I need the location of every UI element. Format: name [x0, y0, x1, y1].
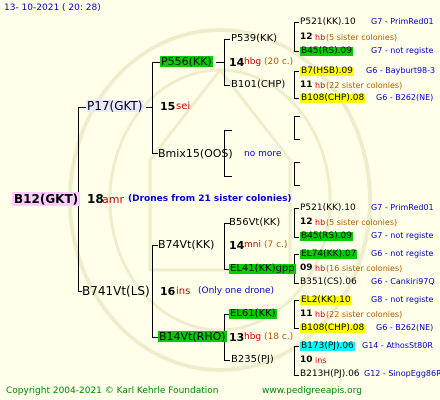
- p2-abbr: ins: [176, 286, 191, 297]
- r1-extra: (5 sister colonies): [326, 33, 398, 42]
- ggp-b101[interactable]: B101(CHP): [231, 80, 285, 90]
- ge-abbr: hb: [315, 310, 326, 319]
- p2-number: 16: [160, 285, 176, 298]
- r9-info: G6 - not registe: [371, 249, 434, 258]
- parent-queen-mother[interactable]: P17(GKT): [86, 100, 144, 112]
- r7-extra: (5 sister colonies): [326, 218, 398, 227]
- r1-abbr: hb: [315, 33, 326, 42]
- ge-num: 11: [300, 309, 313, 319]
- r8-id[interactable]: B45(RS).09: [300, 232, 353, 241]
- site-link[interactable]: www.pedigreeapis.org: [262, 387, 362, 396]
- r10-info: G6 - Cankiri97Q: [371, 277, 435, 286]
- r11-id[interactable]: EL2(KK).10: [300, 296, 352, 305]
- r14-id[interactable]: B213H(PJ).06: [300, 370, 360, 379]
- r0-id[interactable]: P521(KK).10: [300, 18, 356, 27]
- ggp-p539[interactable]: P539(KK): [231, 34, 277, 44]
- ggp-el61[interactable]: EL61(KK): [229, 309, 277, 319]
- r4-extra: (22 sister colonies): [326, 81, 403, 90]
- r10-id[interactable]: B351(CS).06: [300, 278, 357, 287]
- gp-b74vt-extra: (7 c.): [264, 240, 288, 250]
- gp-bmix15-note: no more: [244, 149, 282, 159]
- ge-extra: (22 sister colonies): [326, 310, 403, 319]
- root-queen[interactable]: B12(GKT): [12, 192, 81, 206]
- p2-note: (Only one drone): [198, 286, 275, 296]
- gp-p556[interactable]: P556(KK): [160, 56, 213, 67]
- ggp-el41[interactable]: EL41(KK)gpp: [229, 264, 296, 274]
- gp-bmix15[interactable]: Bmix15(OOS): [158, 148, 233, 159]
- ggp-b56vt[interactable]: B56Vt(KK): [229, 218, 280, 228]
- gp-b74vt-abbr: mni: [244, 240, 261, 250]
- gd-num: 09: [300, 263, 313, 273]
- gp-p556-extra: (20 c.): [264, 57, 294, 67]
- r9-id[interactable]: EL74(KK).07: [300, 250, 358, 259]
- gp-b74vt[interactable]: B74Vt(KK): [158, 239, 214, 250]
- r5-info: G6 - B262(NE): [376, 93, 434, 102]
- r4-num: 11: [300, 80, 313, 90]
- gp-b14vt[interactable]: B14Vt(RHO): [158, 331, 227, 342]
- r14-info: G12 - SinopEgg86R: [364, 369, 440, 378]
- p1-abbr: sei: [176, 101, 191, 112]
- gd-abbr: hb: [315, 264, 326, 273]
- gp-b14vt-extra: (18 c.): [264, 332, 294, 342]
- gp-b14vt-abbr: hbg: [244, 332, 262, 342]
- gf-abbr: ins: [315, 356, 327, 365]
- r13-id[interactable]: B173(PJ).06: [300, 342, 355, 351]
- timestamp: 13- 10-2021 ( 20: 28): [4, 3, 101, 13]
- r6-info: G7 - PrimRed01: [371, 203, 434, 212]
- gd-extra: (16 sister colonies): [326, 264, 403, 273]
- r4-abbr: hb: [315, 81, 326, 90]
- r11-info: G8 - not registe: [371, 295, 434, 304]
- gf-num: 10: [300, 355, 313, 365]
- gp-b74vt-number: 14: [229, 239, 245, 252]
- r8-info: G7 - not registe: [371, 231, 434, 240]
- p1-number: 15: [160, 100, 176, 113]
- r5-id[interactable]: B108(CHP).08: [300, 94, 366, 103]
- r6-id[interactable]: P521(KK).10: [300, 204, 356, 213]
- root-drone-note: (Drones from 21 sister colonies): [128, 194, 292, 204]
- gp-b14vt-number: 13: [229, 331, 245, 344]
- r2-id[interactable]: B45(RS).09: [300, 47, 353, 56]
- r1-num: 12: [300, 32, 313, 42]
- gp-p556-number: 14: [229, 56, 245, 69]
- gp-p556-abbr: hbg: [244, 57, 262, 67]
- r12-info: G6 - B262(NE): [376, 323, 434, 332]
- r3-id[interactable]: B7(HSB).09: [300, 67, 354, 76]
- r3-info: G6 - Bayburt98-3: [366, 66, 436, 75]
- root-mating-abbr: amr: [102, 193, 124, 206]
- parent-father[interactable]: B741Vt(LS): [82, 285, 150, 297]
- r7-num: 12: [300, 217, 313, 227]
- r13-info: G14 - AthosSt80R: [362, 341, 433, 350]
- copyright: Copyright 2004-2021 © Karl Kehrle Founda…: [6, 386, 219, 396]
- r0-info: G7 - PrimRed01: [371, 17, 434, 26]
- r2-info: G7 - not registe: [371, 46, 434, 55]
- r12-id[interactable]: B108(CHP).08: [300, 324, 366, 333]
- r7-abbr: hb: [315, 218, 326, 227]
- ggp-b235[interactable]: B235(PJ): [231, 355, 274, 365]
